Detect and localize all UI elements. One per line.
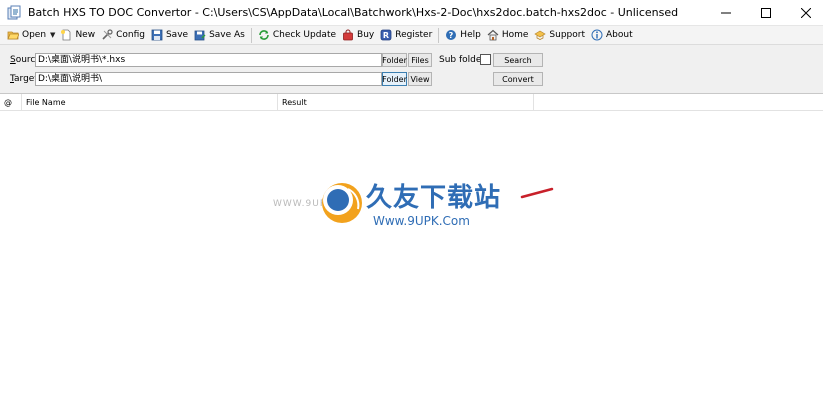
save-as-button[interactable]: Save As <box>191 26 248 45</box>
config-label: Config <box>116 30 145 40</box>
maximize-button[interactable] <box>749 0 783 25</box>
file-list-header: @ File Name Result <box>0 94 823 111</box>
help-icon: ? <box>445 29 457 41</box>
toolbar-separator <box>438 27 440 43</box>
new-button[interactable]: New <box>57 26 98 45</box>
target-path-input[interactable]: D:\桌面\说明书\ <box>35 72 382 86</box>
watermark-brand: 久友下载站 <box>366 183 502 213</box>
buy-button[interactable]: Buy <box>339 26 377 45</box>
save-button[interactable]: Save <box>148 26 191 45</box>
source-path-input[interactable]: D:\桌面\说明书\*.hxs <box>35 53 382 67</box>
settings-panel: Source D:\桌面\说明书\*.hxs Folder Files Sub … <box>0 44 823 94</box>
source-files-button[interactable]: Files <box>408 53 432 67</box>
target-folder-button[interactable]: Folder <box>382 72 407 86</box>
about-label: About <box>605 30 633 40</box>
maximize-icon <box>761 7 771 18</box>
file-list[interactable]: WWW.9UPK.COM 久友下载站 Www.9UPK.Com <box>0 111 823 411</box>
tools-icon <box>101 29 113 41</box>
register-label: Register <box>395 30 433 40</box>
save-disk-icon <box>151 29 163 41</box>
refresh-icon <box>258 29 270 41</box>
home-button[interactable]: Home <box>484 26 532 45</box>
support-icon <box>534 29 547 41</box>
open-button[interactable]: Open <box>4 26 49 45</box>
folder-open-icon <box>7 29 20 41</box>
help-button[interactable]: ? Help <box>442 26 484 45</box>
close-icon <box>801 7 811 18</box>
about-button[interactable]: About <box>588 26 636 45</box>
app-icon <box>6 5 22 21</box>
support-label: Support <box>549 30 585 40</box>
config-button[interactable]: Config <box>98 26 148 45</box>
save-as-icon <box>194 29 206 41</box>
info-icon <box>591 29 603 41</box>
convert-button[interactable]: Convert <box>493 72 543 86</box>
sub-folders-checkbox[interactable] <box>480 54 491 65</box>
minimize-icon <box>721 12 731 13</box>
source-folder-button[interactable]: Folder <box>382 53 407 67</box>
check-update-label: Check Update <box>272 30 337 40</box>
svg-text:?: ? <box>449 31 454 40</box>
help-label: Help <box>460 30 481 40</box>
watermark-url-right: Www.9UPK.Com <box>373 214 470 228</box>
save-as-label: Save As <box>209 30 245 40</box>
window-title: Batch HXS TO DOC Convertor - C:\Users\CS… <box>28 6 679 19</box>
home-label: Home <box>501 30 529 40</box>
open-dropdown-arrow-icon[interactable]: ▼ <box>50 31 55 39</box>
toolbar-separator <box>250 27 252 43</box>
shopping-bag-icon <box>342 29 354 41</box>
close-button[interactable] <box>789 0 823 25</box>
home-icon <box>487 29 499 41</box>
buy-label: Buy <box>357 30 375 40</box>
target-label: Target <box>10 74 38 84</box>
column-header-status[interactable]: @ <box>0 94 22 111</box>
title-bar: Batch HXS TO DOC Convertor - C:\Users\CS… <box>0 0 823 25</box>
register-button[interactable]: R Register <box>377 26 435 45</box>
new-file-icon <box>60 29 72 41</box>
search-button[interactable]: Search <box>493 53 543 67</box>
watermark-stroke <box>520 187 554 199</box>
minimize-button[interactable] <box>709 0 743 25</box>
open-label: Open <box>22 30 47 40</box>
save-label: Save <box>165 30 189 40</box>
view-button[interactable]: View <box>408 72 432 86</box>
new-label: New <box>75 30 96 40</box>
support-button[interactable]: Support <box>531 26 588 45</box>
column-header-result[interactable]: Result <box>278 94 534 111</box>
column-header-file-name[interactable]: File Name <box>22 94 278 111</box>
svg-text:R: R <box>383 31 389 40</box>
register-icon: R <box>380 29 392 41</box>
watermark-logo <box>318 179 366 227</box>
toolbar: Open ▼ New Config Save Save As Check Upd… <box>0 25 823 44</box>
check-update-button[interactable]: Check Update <box>255 26 339 45</box>
